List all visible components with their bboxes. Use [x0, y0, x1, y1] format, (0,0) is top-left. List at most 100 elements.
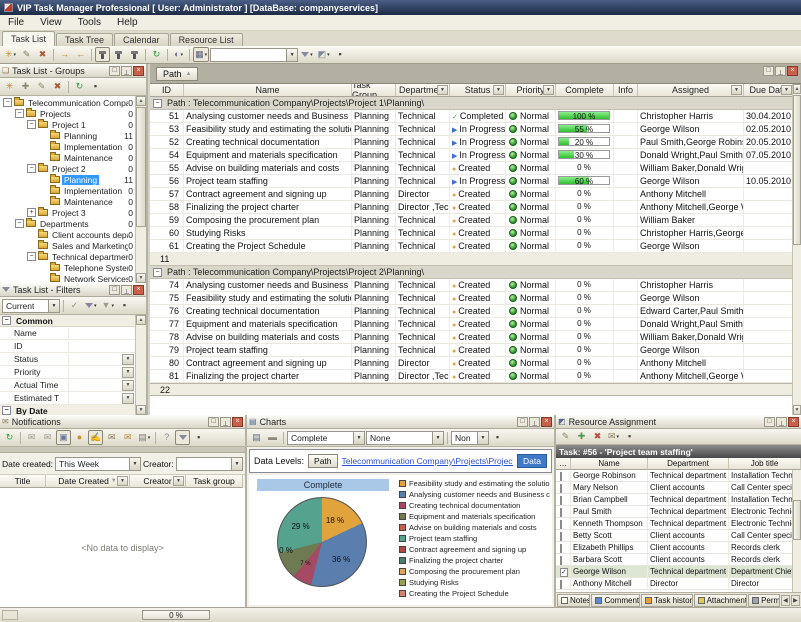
tree-item[interactable]: Telephone Syster0: [0, 262, 146, 273]
new-task-button[interactable]: ✳▾: [3, 47, 18, 62]
filters-close-button[interactable]: ×: [133, 285, 144, 295]
task-row[interactable]: 53Feasibility study and estimating the s…: [150, 123, 792, 136]
filter-dropdown-icon[interactable]: ▼: [437, 85, 448, 95]
tree-item[interactable]: −Project 10: [0, 119, 146, 130]
prev-notification-button[interactable]: ✉: [24, 430, 39, 445]
new-notification-button[interactable]: ▤▾: [136, 430, 152, 445]
task-row[interactable]: 51Analysing customer needs and Business …: [150, 110, 792, 123]
grid-restore-button[interactable]: □: [763, 66, 774, 76]
checkbox[interactable]: [560, 532, 562, 541]
filters-scrollbar[interactable]: ▲▼: [135, 315, 146, 415]
tree-toggle[interactable]: −: [15, 219, 24, 228]
column-header-assigned[interactable]: Assigned▼: [638, 84, 744, 96]
chevron-down-icon[interactable]: ▼: [286, 49, 297, 61]
notifications-restore-button[interactable]: □: [208, 417, 219, 427]
filter-dropdown-icon[interactable]: ▼: [173, 476, 184, 486]
more-notifications-button[interactable]: ▪: [191, 430, 206, 445]
forward-notification-button[interactable]: ✉: [104, 430, 119, 445]
edit-resource-button[interactable]: ✎: [558, 429, 573, 444]
more-groups-button[interactable]: ▪: [88, 79, 103, 94]
tree-item[interactable]: Maintenance0: [0, 152, 146, 163]
checkbox[interactable]: [560, 472, 562, 481]
filters-pin-button[interactable]: ⊤: [121, 285, 132, 295]
data-levels-path-button[interactable]: Path: [308, 454, 338, 468]
chevron-down-icon[interactable]: ▼: [122, 393, 134, 404]
scroll-right-icon[interactable]: ▶: [791, 595, 800, 606]
menu-view[interactable]: View: [32, 16, 70, 29]
apply-filter-button[interactable]: ✓: [67, 298, 82, 313]
task-row[interactable]: 54Equipment and materials specificationP…: [150, 149, 792, 162]
notifications-column-title[interactable]: Title: [0, 475, 46, 488]
chevron-down-icon[interactable]: ▼: [122, 367, 134, 378]
filter-dropdown-icon[interactable]: ▼: [543, 85, 554, 95]
filter-tasks-button[interactable]: ▾: [299, 47, 315, 62]
flag-notification-button[interactable]: ●: [72, 430, 87, 445]
checkbox[interactable]: [560, 520, 562, 529]
filter-group-common[interactable]: −Common: [0, 315, 146, 327]
print-chart-button[interactable]: ▤: [249, 430, 264, 445]
chevron-down-icon[interactable]: ▼: [129, 458, 140, 470]
filter-dropdown-icon[interactable]: ▼: [493, 85, 504, 95]
column-header-task-group[interactable]: Task Group: [352, 84, 396, 96]
reply-notification-button[interactable]: ✉: [120, 430, 135, 445]
task-row[interactable]: 57Contract agreement and signing upPlann…: [150, 188, 792, 201]
chevron-down-icon[interactable]: ▼: [477, 432, 488, 444]
tree-toggle[interactable]: −: [27, 164, 36, 173]
resource-row[interactable]: Paul SmithTechnical departmentElectronic…: [556, 506, 801, 518]
new-group-button[interactable]: ✳: [2, 79, 17, 94]
task-row[interactable]: 78Advise on building materials and costs…: [150, 331, 792, 344]
filter-field-input[interactable]: [68, 354, 122, 365]
assign-view-button[interactable]: ◩▾: [316, 47, 332, 62]
group-row[interactable]: −Path : Telecommunication Company\Projec…: [150, 266, 792, 279]
scroll-up-icon[interactable]: ▲: [136, 315, 146, 325]
tree-item[interactable]: +Project 30: [0, 207, 146, 218]
more-toolbar-button[interactable]: ▪: [333, 47, 348, 62]
task-row[interactable]: 56Project team staffingPlanningTechnical…: [150, 175, 792, 188]
checkbox[interactable]: [560, 496, 562, 505]
scroll-up-icon[interactable]: ▲: [793, 84, 801, 94]
tab-calendar[interactable]: Calendar: [114, 33, 169, 46]
scroll-down-icon[interactable]: ▼: [793, 405, 801, 415]
pin-up-button[interactable]: [111, 47, 126, 62]
filter-notifications-button[interactable]: [175, 430, 190, 445]
checkbox[interactable]: [560, 544, 562, 553]
collapse-icon[interactable]: −: [2, 316, 11, 325]
column-header-info[interactable]: Info: [614, 84, 638, 96]
resource-row[interactable]: ✓George WilsonTechnical departmentDepart…: [556, 566, 801, 578]
resource-row[interactable]: Barbara ScottClient accountsRecords cler…: [556, 554, 801, 566]
column-header-complete[interactable]: Complete: [556, 84, 614, 96]
remove-resource-button[interactable]: ✖: [590, 429, 605, 444]
resource-row[interactable]: Betty ScottClient accountsCall Center sp…: [556, 530, 801, 542]
tab-task-history[interactable]: Task history: [641, 594, 693, 607]
refresh-notifications-button[interactable]: ↻: [2, 430, 17, 445]
resources-column-name[interactable]: Name: [571, 458, 648, 470]
add-resource-button[interactable]: ✚: [574, 429, 589, 444]
resources-restore-button[interactable]: □: [764, 417, 775, 427]
resources-column-job-title[interactable]: Job title: [729, 458, 801, 470]
more-filters-button[interactable]: ▪: [117, 298, 132, 313]
tree-item[interactable]: Network Services0: [0, 273, 146, 283]
tree-item[interactable]: Planning11: [0, 130, 146, 141]
refresh-button[interactable]: ↻: [149, 47, 164, 62]
task-row[interactable]: 81Finalizing the project charterPlanning…: [150, 370, 792, 383]
checkbox[interactable]: [560, 484, 562, 493]
charts-restore-button[interactable]: □: [517, 417, 528, 427]
filter-field-input[interactable]: [68, 367, 122, 378]
group-row[interactable]: −Path : Telecommunication Company\Projec…: [150, 97, 792, 110]
scroll-up-icon[interactable]: ▲: [136, 96, 146, 106]
grid-scrollbar[interactable]: ▲▼: [792, 84, 801, 415]
tree-item[interactable]: −Project 20: [0, 163, 146, 174]
data-levels-path-link[interactable]: Telecommunication Company\Projects\Proje…: [342, 456, 514, 466]
scroll-down-icon[interactable]: ▼: [136, 273, 146, 283]
filter-field-input[interactable]: [68, 393, 122, 404]
pin-down-button[interactable]: [127, 47, 142, 62]
tree-toggle[interactable]: −: [3, 98, 12, 107]
chevron-down-icon[interactable]: ▼: [48, 300, 59, 312]
column-header-priority[interactable]: Priority▼: [506, 84, 556, 96]
tree-item[interactable]: −Telecommunication Company0: [0, 97, 146, 108]
chart-filter-combo[interactable]: Non▼: [451, 431, 489, 445]
scroll-left-icon[interactable]: ◀: [781, 595, 790, 606]
checkbox[interactable]: [560, 556, 562, 565]
grid-close-button[interactable]: ×: [787, 66, 798, 76]
tree-toggle[interactable]: −: [15, 109, 24, 118]
